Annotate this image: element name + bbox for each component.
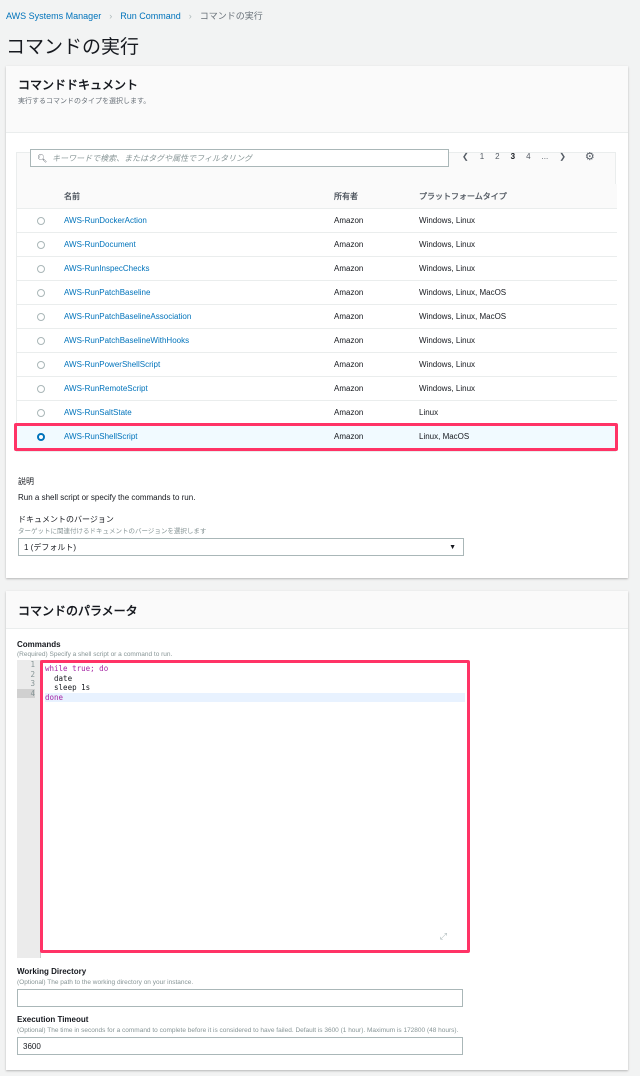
panel-subtitle: 実行するコマンドのタイプを選択します。 — [18, 98, 151, 105]
document-link[interactable]: AWS-RunPowerShellScript — [64, 360, 334, 369]
search-icon: 🔍︎ — [37, 153, 48, 163]
chevron-right-icon: › — [188, 10, 192, 21]
timeout-input[interactable]: 3600 — [17, 1037, 463, 1055]
description-label: 説明 — [18, 477, 34, 486]
platform-cell: Windows, Linux — [419, 360, 476, 369]
breadcrumb: AWS Systems Manager › Run Command › コマンド… — [6, 9, 263, 22]
owner-cell: Amazon — [334, 408, 364, 417]
pagination: ❮ 1 2 3 4 ... ❯ ⚙ — [462, 150, 595, 163]
table-row[interactable]: AWS-RunPowerShellScript Amazon Windows, … — [17, 352, 617, 376]
page-1[interactable]: 1 — [480, 152, 484, 161]
version-select[interactable]: 1 (デフォルト) ▼ — [18, 538, 464, 556]
row-radio[interactable] — [36, 384, 45, 393]
next-page-icon[interactable]: ❯ — [559, 152, 566, 161]
row-radio[interactable] — [36, 264, 45, 273]
page-ellipsis: ... — [541, 152, 549, 161]
timeout-hint: (Optional) The time in seconds for a com… — [17, 1027, 459, 1034]
breadcrumb-run-command[interactable]: Run Command — [120, 11, 181, 21]
panel-title: コマンドドキュメント — [18, 78, 139, 92]
line-number: 2 — [30, 669, 35, 679]
table-row[interactable]: AWS-RunPatchBaseline Amazon Windows, Lin… — [17, 280, 617, 304]
platform-cell: Windows, Linux — [419, 264, 476, 273]
prev-page-icon[interactable]: ❮ — [462, 152, 469, 161]
documents-table: 🔍︎ キーワードで検索、またはタグや属性でフィルタリング ❮ 1 2 3 4 .… — [16, 149, 617, 452]
row-radio[interactable] — [36, 240, 45, 249]
document-link[interactable]: AWS-RunDockerAction — [64, 216, 334, 225]
platform-cell: Windows, Linux — [419, 384, 476, 393]
document-link[interactable]: AWS-RunDocument — [64, 240, 334, 249]
owner-cell: Amazon — [334, 264, 364, 273]
version-hint: ターゲットに関連付けるドキュメントのバージョンを選択します — [18, 528, 207, 535]
document-link[interactable]: AWS-RunInspecChecks — [64, 264, 334, 273]
owner-cell: Amazon — [334, 312, 364, 321]
breadcrumb-systems-manager[interactable]: AWS Systems Manager — [6, 11, 101, 21]
command-document-panel: コマンドドキュメント 実行するコマンドのタイプを選択します。 🔍︎ キーワードで… — [6, 66, 628, 578]
workdir-hint: (Optional) The path to the working direc… — [17, 979, 194, 986]
owner-cell: Amazon — [334, 336, 364, 345]
version-label: ドキュメントのバージョン — [18, 515, 114, 524]
expand-icon[interactable]: ⤢ — [440, 931, 447, 942]
table-row[interactable]: AWS-RunRemoteScript Amazon Windows, Linu… — [17, 376, 617, 400]
selection-highlight — [14, 423, 618, 451]
column-owner[interactable]: 所有者 — [334, 191, 419, 202]
owner-cell: Amazon — [334, 384, 364, 393]
platform-cell: Windows, Linux — [419, 240, 476, 249]
document-link[interactable]: AWS-RunPatchBaselineAssociation — [64, 312, 334, 321]
document-link[interactable]: AWS-RunPatchBaselineWithHooks — [64, 336, 334, 345]
platform-cell: Windows, Linux, MacOS — [419, 312, 507, 321]
timeout-label: Execution Timeout — [17, 1015, 89, 1024]
document-link[interactable]: AWS-RunSaltState — [64, 408, 334, 417]
caret-down-icon: ▼ — [449, 543, 456, 551]
code-line: done — [45, 692, 465, 702]
table-row[interactable]: AWS-RunSaltState Amazon Linux — [17, 400, 617, 424]
column-platform[interactable]: プラットフォームタイプ — [419, 191, 507, 202]
platform-cell: Windows, Linux — [419, 336, 476, 345]
settings-gear-icon[interactable]: ⚙ — [585, 150, 595, 163]
panel-title: コマンドのパラメータ — [18, 604, 138, 618]
table-row[interactable]: AWS-RunDockerAction Amazon Windows, Linu… — [17, 208, 617, 232]
owner-cell: Amazon — [334, 288, 364, 297]
table-row[interactable]: AWS-RunDocument Amazon Windows, Linux — [17, 232, 617, 256]
command-parameters-panel: コマンドのパラメータ Commands (Required) Specify a… — [6, 591, 628, 1070]
page-title: コマンドの実行 — [6, 37, 140, 58]
row-radio[interactable] — [36, 288, 45, 297]
row-radio[interactable] — [36, 360, 45, 369]
platform-cell: Linux — [419, 408, 439, 417]
document-link[interactable]: AWS-RunRemoteScript — [64, 384, 334, 393]
editor-gutter: 1234 — [17, 660, 41, 958]
row-radio[interactable] — [36, 312, 45, 321]
owner-cell: Amazon — [334, 360, 364, 369]
row-radio[interactable] — [36, 216, 45, 225]
page-2[interactable]: 2 — [495, 152, 499, 161]
commands-hint: (Required) Specify a shell script or a c… — [17, 651, 173, 658]
platform-cell: Windows, Linux — [419, 216, 476, 225]
page-4[interactable]: 4 — [526, 152, 530, 161]
page-3[interactable]: 3 — [511, 152, 515, 161]
table-header: 名前 所有者 プラットフォームタイプ — [17, 184, 617, 208]
column-name[interactable]: 名前 — [64, 191, 334, 202]
table-row[interactable]: AWS-RunInspecChecks Amazon Windows, Linu… — [17, 256, 617, 280]
line-number: 4 — [17, 688, 35, 698]
workdir-input[interactable] — [17, 989, 463, 1007]
search-input[interactable]: 🔍︎ キーワードで検索、またはタグや属性でフィルタリング — [30, 149, 449, 167]
line-number: 3 — [30, 679, 35, 688]
description-text: Run a shell script or specify the comman… — [18, 493, 196, 502]
document-link[interactable]: AWS-RunPatchBaseline — [64, 288, 334, 297]
owner-cell: Amazon — [334, 216, 364, 225]
chevron-right-icon: › — [109, 10, 113, 21]
table-row[interactable]: AWS-RunPatchBaselineAssociation Amazon W… — [17, 304, 617, 328]
code-line: sleep 1s — [45, 683, 91, 692]
breadcrumb-current: コマンドの実行 — [199, 11, 263, 21]
commands-label: Commands — [17, 640, 61, 649]
row-radio[interactable] — [36, 336, 45, 345]
code-line: while true; do — [45, 664, 109, 673]
line-number: 1 — [30, 660, 35, 669]
owner-cell: Amazon — [334, 240, 364, 249]
table-row[interactable]: AWS-RunPatchBaselineWithHooks Amazon Win… — [17, 328, 617, 352]
commands-editor[interactable]: while true; do date sleep 1s done ⤢ — [40, 660, 470, 953]
platform-cell: Windows, Linux, MacOS — [419, 288, 507, 297]
code-line: date — [45, 673, 73, 683]
row-radio[interactable] — [36, 408, 45, 417]
workdir-label: Working Directory — [17, 967, 87, 976]
